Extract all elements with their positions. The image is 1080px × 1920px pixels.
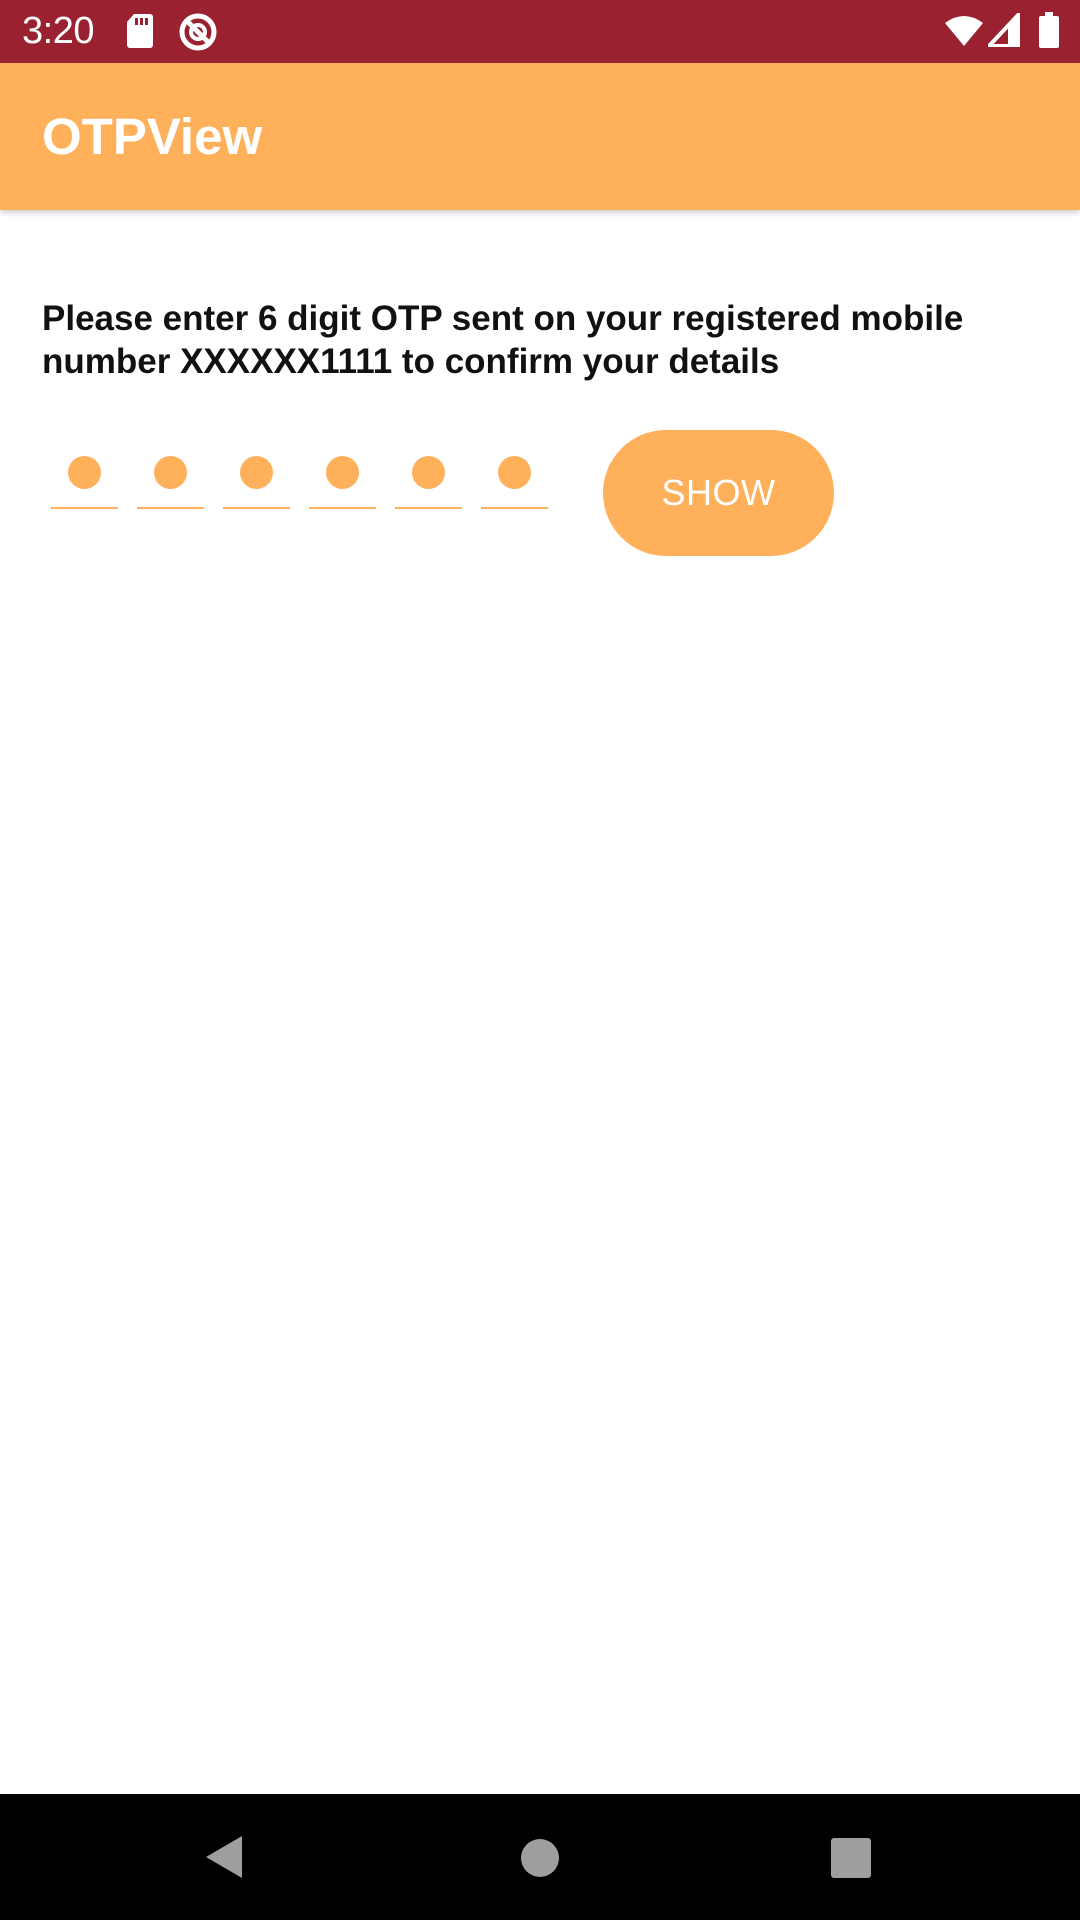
otp-digit-6[interactable]: [481, 440, 548, 509]
sd-card-icon: [127, 14, 153, 48]
nav-bar: [0, 1794, 1080, 1920]
otp-instruction: Please enter 6 digit OTP sent on your re…: [42, 299, 964, 381]
otp-digit-5[interactable]: [395, 440, 462, 509]
app-bar: OTPView: [0, 63, 1080, 210]
otp-mask-dot: [240, 456, 273, 489]
battery-icon: [1039, 12, 1059, 48]
status-time: 3:20: [22, 10, 94, 52]
no-disturb-icon: [179, 13, 217, 51]
signal-icon: [988, 13, 1020, 47]
recents-icon[interactable]: [831, 1838, 871, 1878]
status-bar: 3:20: [0, 0, 1080, 63]
otp-digit-1[interactable]: [51, 440, 118, 509]
screen: 3:20 OTPView Please enter 6 digit OTP se…: [0, 0, 1080, 1920]
otp-mask-dot: [326, 456, 359, 489]
app-title: OTPView: [42, 108, 263, 165]
otp-digit-3[interactable]: [223, 440, 290, 509]
show-button[interactable]: SHOW: [603, 430, 834, 556]
otp-mask-dot: [412, 456, 445, 489]
otp-mask-dot: [154, 456, 187, 489]
wifi-icon: [945, 16, 983, 46]
back-icon[interactable]: [204, 1834, 244, 1880]
otp-mask-dot: [68, 456, 101, 489]
home-icon[interactable]: [520, 1838, 560, 1878]
otp-digit-4[interactable]: [309, 440, 376, 509]
otp-mask-dot: [498, 456, 531, 489]
otp-digit-2[interactable]: [137, 440, 204, 509]
